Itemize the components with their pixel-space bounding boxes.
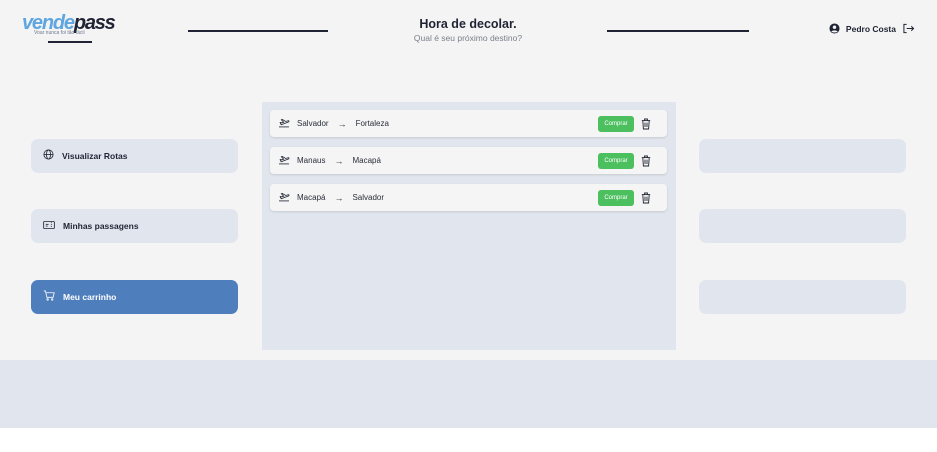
menu-minhas-passagens[interactable]: Minhas passagens [31, 209, 238, 243]
route-origin: Macapá [297, 193, 326, 202]
right-card [699, 139, 906, 173]
page-title: Hora de decolar. [419, 17, 517, 31]
menu-label: Meu carrinho [63, 292, 117, 302]
globe-icon [43, 147, 54, 165]
route-origin: Salvador [297, 119, 329, 128]
route-row: Salvador → Fortaleza Comprar [270, 110, 667, 137]
airplane-takeoff-icon [278, 152, 290, 170]
user-icon [829, 23, 840, 34]
ticket-icon [43, 217, 55, 235]
comprar-button[interactable]: Comprar [598, 153, 634, 169]
vendepass-logo[interactable]: vendepass Voar nunca foi tão fácil [22, 13, 116, 43]
user-menu: Pedro Costa [829, 23, 915, 34]
page-subtitle: Qual é seu próximo destino? [413, 33, 523, 43]
route-arrow: → [334, 192, 344, 203]
route-arrow: → [337, 118, 347, 129]
user-name[interactable]: Pedro Costa [846, 24, 896, 34]
trash-icon[interactable] [641, 191, 651, 209]
right-card [699, 209, 906, 243]
route-row: Macapá → Salvador Comprar [270, 184, 667, 211]
footer [0, 360, 937, 428]
airplane-takeoff-icon [278, 115, 290, 133]
header-divider-right [607, 30, 749, 32]
airplane-takeoff-icon [278, 189, 290, 207]
route-arrow: → [334, 155, 344, 166]
trash-icon[interactable] [641, 117, 651, 135]
logo-slogan: Voar nunca foi tão fácil [34, 30, 85, 36]
menu-meu-carrinho[interactable]: Meu carrinho [31, 280, 238, 314]
header-divider-left [188, 30, 328, 32]
route-destination: Salvador [352, 193, 385, 202]
logo-underline [48, 41, 92, 43]
right-card [699, 280, 906, 314]
comprar-button[interactable]: Comprar [598, 190, 634, 206]
logout-icon[interactable] [902, 23, 915, 34]
menu-visualizar-rotas[interactable]: Visualizar Rotas [31, 139, 238, 173]
hero: Hora de decolar. Qual é seu próximo dest… [368, 17, 568, 43]
trash-icon[interactable] [641, 154, 651, 172]
cart-icon [43, 288, 55, 306]
route-destination: Fortaleza [355, 119, 389, 128]
menu-label: Minhas passagens [63, 221, 139, 231]
route-row: Manaus → Macapá Comprar [270, 147, 667, 174]
comprar-button[interactable]: Comprar [598, 116, 634, 132]
route-destination: Macapá [352, 156, 381, 165]
cart-panel: Salvador → Fortaleza Comprar Manaus → Ma… [262, 102, 676, 350]
menu-label: Visualizar Rotas [62, 151, 128, 161]
route-origin: Manaus [297, 156, 326, 165]
